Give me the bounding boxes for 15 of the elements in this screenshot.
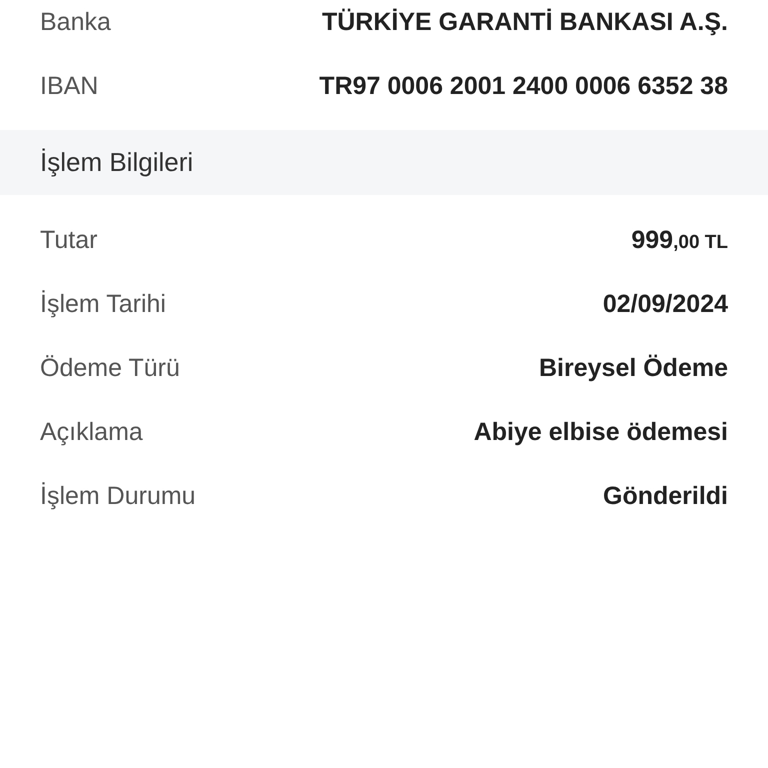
- field-label: Banka: [40, 8, 111, 36]
- field-label: Tutar: [40, 226, 98, 254]
- field-value: 02/09/2024: [602, 290, 728, 318]
- field-value: TÜRKİYE GARANTİ BANKASI A.Ş.: [322, 8, 728, 36]
- field-label: İşlem Durumu: [40, 482, 196, 510]
- field-label: İşlem Tarihi: [40, 290, 166, 318]
- field-value: Gönderildi: [603, 482, 728, 510]
- field-label: Ödeme Türü: [40, 354, 180, 382]
- section-title: İşlem Bilgileri: [40, 147, 194, 178]
- field-label: IBAN: [40, 72, 98, 100]
- field-value: Abiye elbise ödemesi: [474, 418, 728, 446]
- field-label: Açıklama: [40, 418, 143, 446]
- amount-value: 999,00 TL: [631, 226, 728, 254]
- field-value: Bireysel Ödeme: [539, 354, 728, 382]
- field-value: TR97 0006 2001 2400 0006 6352 38: [319, 72, 728, 100]
